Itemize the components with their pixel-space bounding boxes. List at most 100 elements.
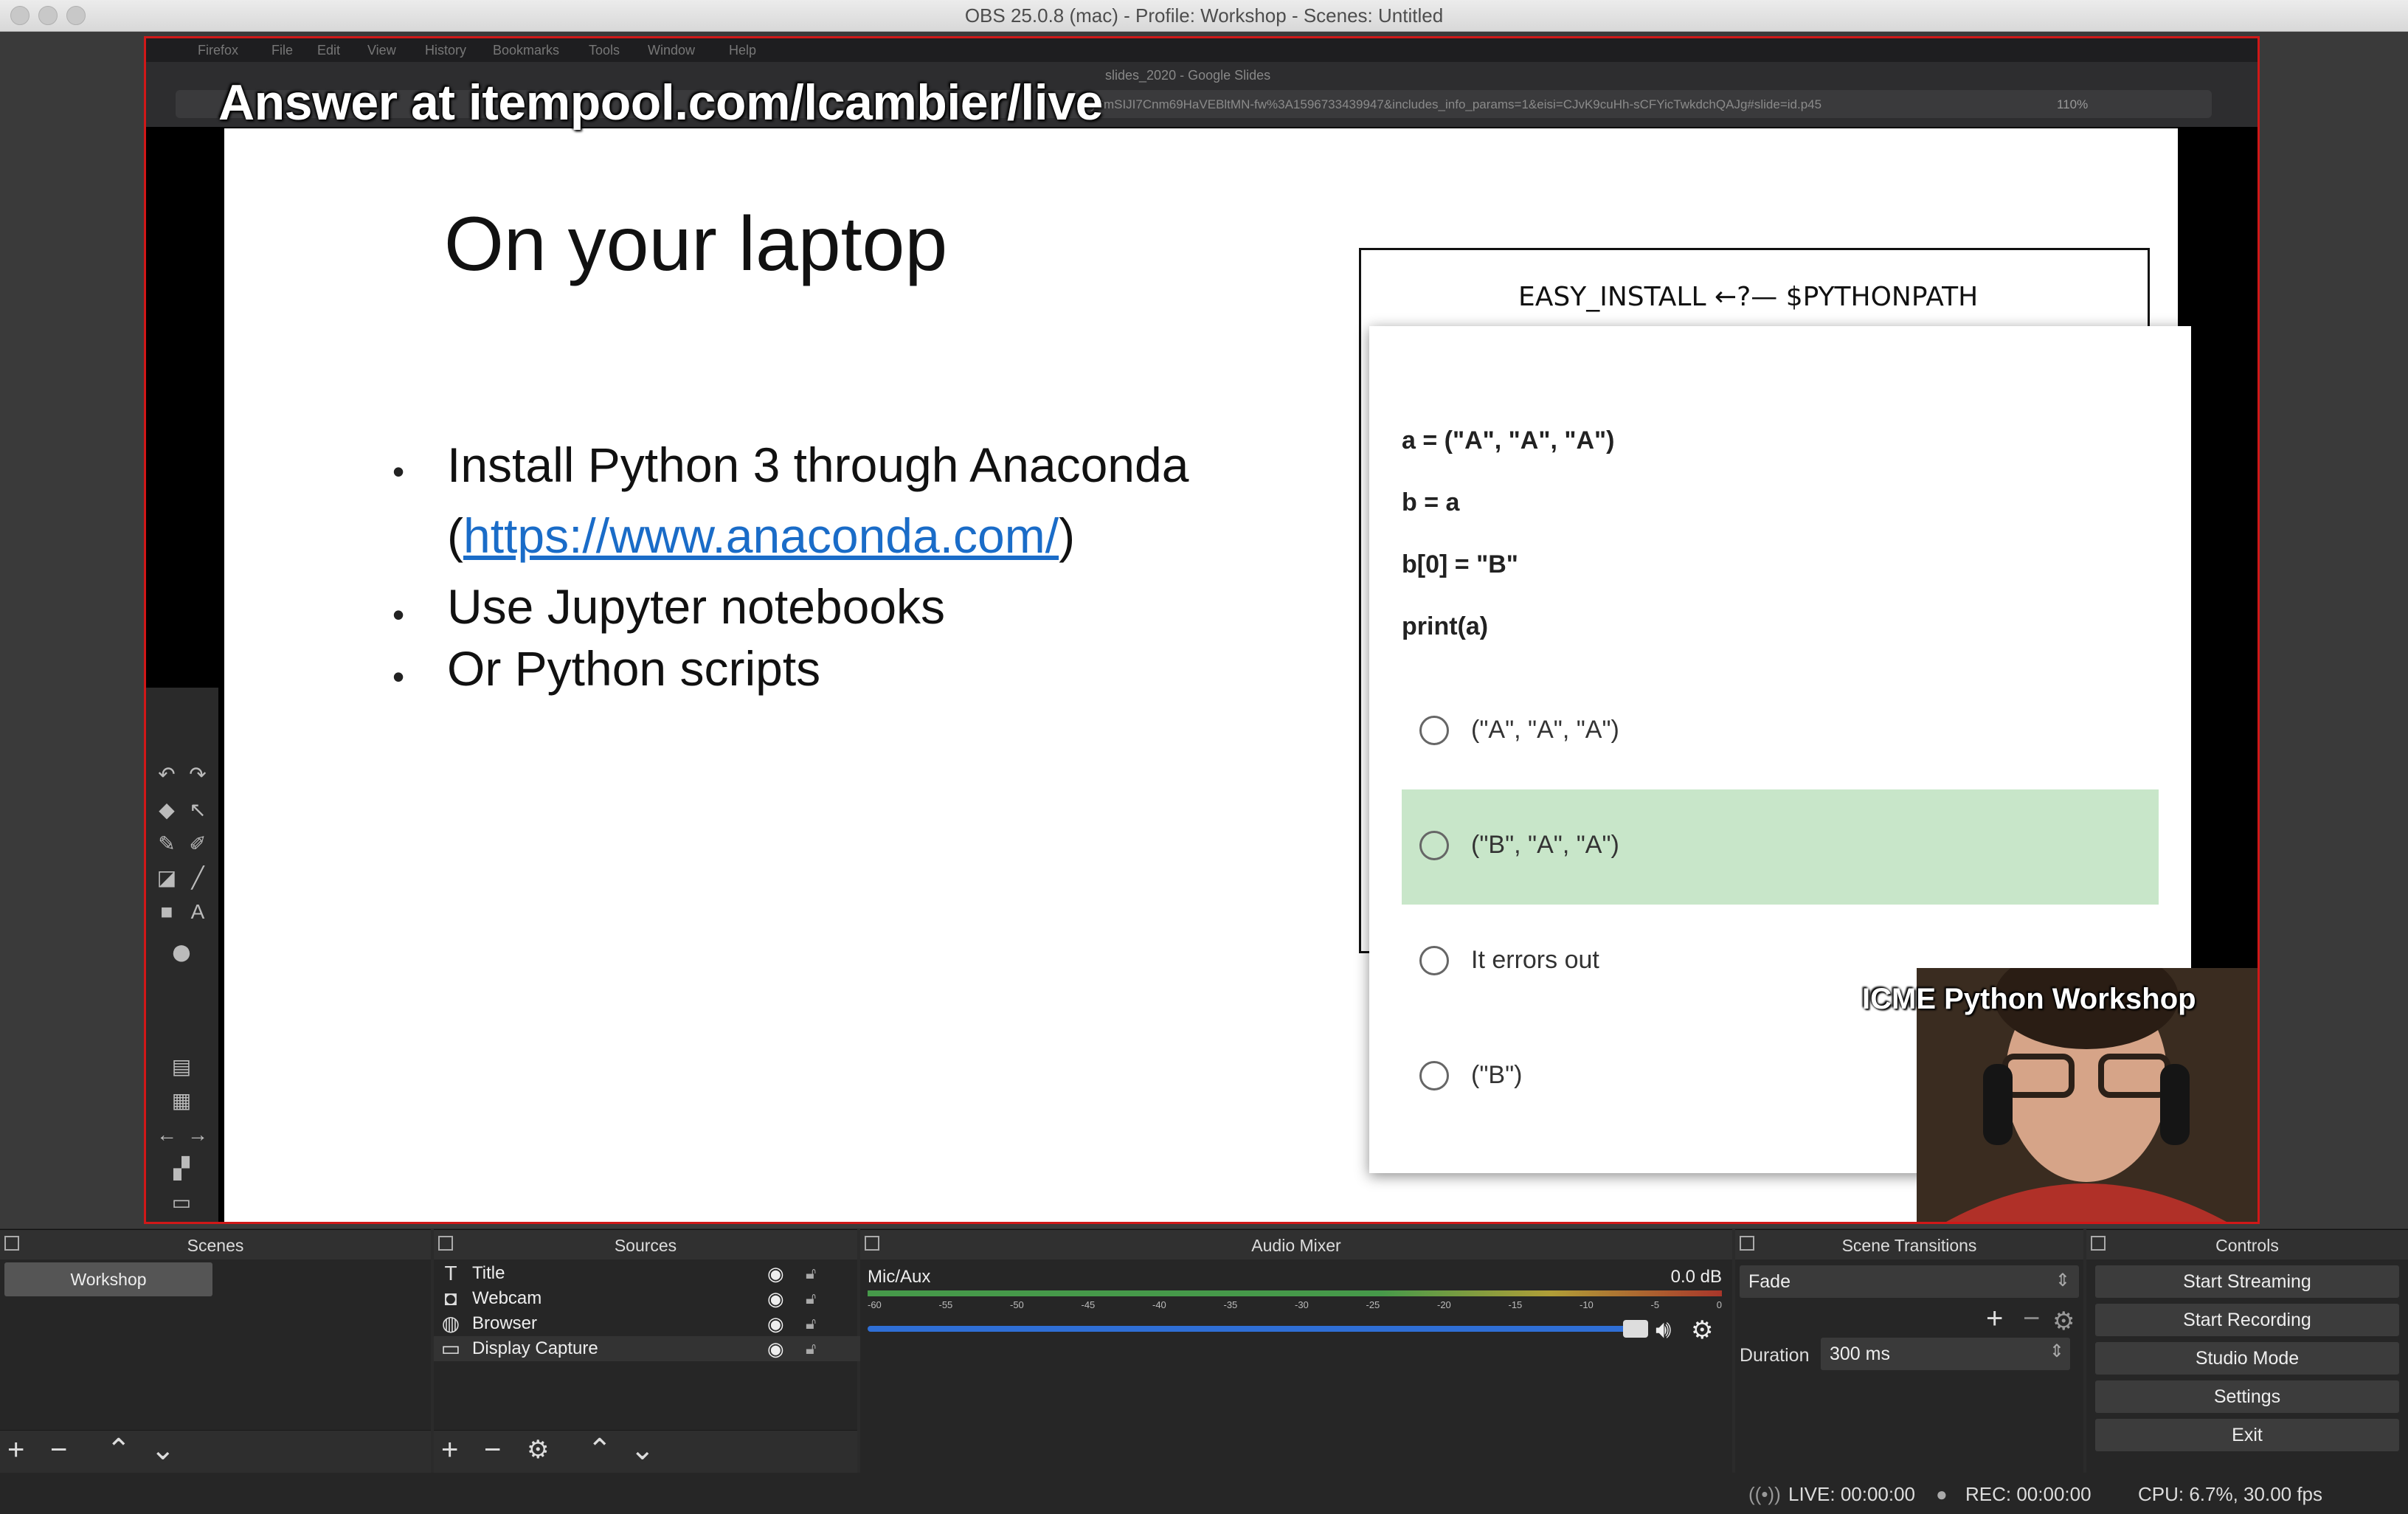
add-icon[interactable]: +	[441, 1435, 458, 1465]
radio-button[interactable]	[1419, 1061, 1449, 1090]
menu-tools: Tools	[589, 43, 620, 58]
audio-mixer-title: Audio Mixer	[1251, 1236, 1341, 1255]
undock-icon[interactable]	[1740, 1236, 1754, 1251]
lock-icon[interactable]: 🔓︎	[806, 1311, 816, 1336]
text-icon[interactable]: A	[184, 899, 211, 925]
pen-icon[interactable]: ✎	[153, 831, 180, 857]
undock-icon[interactable]	[4, 1236, 19, 1251]
menu-window: Window	[648, 43, 696, 58]
image-icon[interactable]: ▦	[168, 1088, 195, 1114]
answer-overlay-text: Answer at itempool.com/lcambier/live	[218, 75, 1103, 131]
radio-button[interactable]	[1419, 831, 1449, 860]
link-paren-open: (	[447, 508, 463, 563]
move-down-icon[interactable]: ⌄	[630, 1435, 655, 1465]
start-recording-button[interactable]: Start Recording	[2095, 1304, 2399, 1336]
code-line: b[0] = "B"	[1402, 550, 1518, 578]
display-icon[interactable]: ▭	[168, 1189, 195, 1216]
source-row-selected[interactable]: ▭ Display Capture ◉ 🔓︎	[434, 1336, 862, 1361]
gear-icon[interactable]: ⚙	[1691, 1316, 1713, 1345]
comic-text: EASY_INSTALL ←?— $PYTHONPATH	[1518, 282, 1979, 312]
gear-icon[interactable]: ⚙	[527, 1435, 549, 1465]
bullet-1-link-line: (https://www.anaconda.com/)	[447, 508, 1075, 564]
start-streaming-button[interactable]: Start Streaming	[2095, 1265, 2399, 1298]
remove-icon[interactable]: −	[484, 1435, 501, 1465]
source-row[interactable]: T Title ◉ 🔓︎	[434, 1261, 862, 1286]
eye-icon[interactable]: ◉	[767, 1336, 784, 1361]
transition-select-value: Fade	[1748, 1271, 1791, 1292]
slide-title: On your laptop	[444, 201, 948, 287]
lasso-icon[interactable]: ◆	[153, 797, 180, 823]
settings-button[interactable]: Settings	[2095, 1380, 2399, 1413]
remove-icon[interactable]: −	[2023, 1302, 2040, 1335]
duration-label: Duration	[1740, 1345, 1810, 1366]
camera-icon: ◘	[444, 1287, 457, 1310]
pointer-icon[interactable]: ↖	[184, 797, 211, 823]
broadcast-icon: ((•))	[1748, 1483, 1781, 1505]
back-arrow-icon[interactable]: ←	[153, 1121, 180, 1148]
volume-slider-handle[interactable]	[1623, 1320, 1648, 1338]
undock-icon[interactable]	[865, 1236, 879, 1251]
source-name: Display Capture	[472, 1338, 598, 1358]
marker-icon[interactable]: ✐	[184, 831, 211, 857]
lock-icon[interactable]: 🔓︎	[806, 1336, 816, 1361]
browser-url-text: y6mSIJI7Cnm69HaVEBltMN-fw%3A159673343994…	[1090, 97, 1822, 111]
drawing-toolbar: ↶ ↷ ◆ ↖ ✎ ✐ ◪ ╱ ■ A ● ▤ ▦ ← → ▞ ▭	[146, 688, 218, 1222]
audio-channel-name: Mic/Aux	[868, 1267, 931, 1287]
preview-canvas[interactable]: Firefox File Edit View History Bookmarks…	[144, 36, 2260, 1224]
chevron-updown-icon: ⇕	[2055, 1271, 2070, 1290]
add-icon[interactable]: +	[1986, 1302, 2003, 1335]
volume-slider-track[interactable]	[868, 1326, 1635, 1332]
duration-input[interactable]: 300 ms ⇕	[1821, 1338, 2070, 1370]
radio-button[interactable]	[1419, 716, 1449, 745]
forward-arrow-icon[interactable]: →	[184, 1121, 211, 1148]
line-icon[interactable]: ╱	[184, 865, 211, 891]
undo-icon[interactable]: ↶	[153, 761, 180, 788]
add-icon[interactable]: +	[7, 1435, 24, 1465]
undock-icon[interactable]	[2091, 1236, 2106, 1251]
quiz-option-selected[interactable]: ("B", "A", "A")	[1402, 789, 2159, 905]
color-picker-icon[interactable]: ●	[168, 933, 195, 971]
bullet-dot: •	[392, 595, 405, 634]
exit-button[interactable]: Exit	[2095, 1419, 2399, 1451]
menu-edit: Edit	[317, 43, 341, 58]
remove-icon[interactable]: −	[50, 1435, 67, 1465]
eraser-icon[interactable]: ◪	[153, 865, 180, 891]
transition-select[interactable]: Fade ⇕	[1740, 1265, 2079, 1298]
studio-mode-button[interactable]: Studio Mode	[2095, 1342, 2399, 1375]
duration-value: 300 ms	[1830, 1344, 1890, 1364]
meter-tick: -40	[1152, 1299, 1166, 1310]
source-row[interactable]: ◘ Webcam ◉ 🔓︎	[434, 1286, 862, 1311]
move-up-icon[interactable]: ⌃	[587, 1435, 612, 1465]
eye-icon[interactable]: ◉	[767, 1311, 784, 1336]
undock-icon[interactable]	[438, 1236, 453, 1251]
source-row[interactable]: ◍ Browser ◉ 🔓︎	[434, 1311, 862, 1336]
radio-button[interactable]	[1419, 946, 1449, 975]
meter-tick: -20	[1437, 1299, 1451, 1310]
lock-icon[interactable]: 🔓︎	[806, 1261, 816, 1286]
move-down-icon[interactable]: ⌄	[150, 1435, 176, 1465]
globe-icon: ◍	[441, 1312, 460, 1335]
option-label: ("B", "A", "A")	[1471, 831, 1619, 859]
audio-mixer-dock: Audio Mixer Mic/Aux 0.0 dB -60 -55 -50 -…	[860, 1229, 1732, 1473]
redo-icon[interactable]: ↷	[184, 761, 211, 788]
speaker-icon[interactable]: 🔊︎	[1656, 1316, 1671, 1344]
eye-icon[interactable]: ◉	[767, 1261, 784, 1286]
quiz-option[interactable]: ("A", "A", "A")	[1402, 674, 2159, 789]
new-page-icon[interactable]: ▤	[168, 1054, 195, 1080]
text-source-icon: T	[444, 1262, 457, 1285]
scene-item-workshop[interactable]: Workshop	[4, 1262, 212, 1296]
stepper-icon[interactable]: ⇕	[2049, 1341, 2064, 1362]
anaconda-link[interactable]: https://www.anaconda.com/	[463, 508, 1059, 563]
lock-icon[interactable]: 🔓︎	[806, 1286, 816, 1311]
meter-tick: -10	[1580, 1299, 1594, 1310]
eye-icon[interactable]: ◉	[767, 1286, 784, 1311]
status-bar: ((•)) LIVE: 00:00:00 ● REC: 00:00:00 CPU…	[0, 1473, 2408, 1514]
menu-help: Help	[729, 43, 757, 58]
link-paren-close: )	[1059, 508, 1076, 563]
controls-header: Controls	[2086, 1230, 2408, 1259]
controls-title: Controls	[2215, 1236, 2279, 1255]
grid-icon[interactable]: ▞	[168, 1155, 195, 1182]
move-up-icon[interactable]: ⌃	[106, 1435, 131, 1465]
gear-icon[interactable]: ⚙	[2052, 1307, 2075, 1336]
shape-icon[interactable]: ■	[153, 899, 180, 925]
